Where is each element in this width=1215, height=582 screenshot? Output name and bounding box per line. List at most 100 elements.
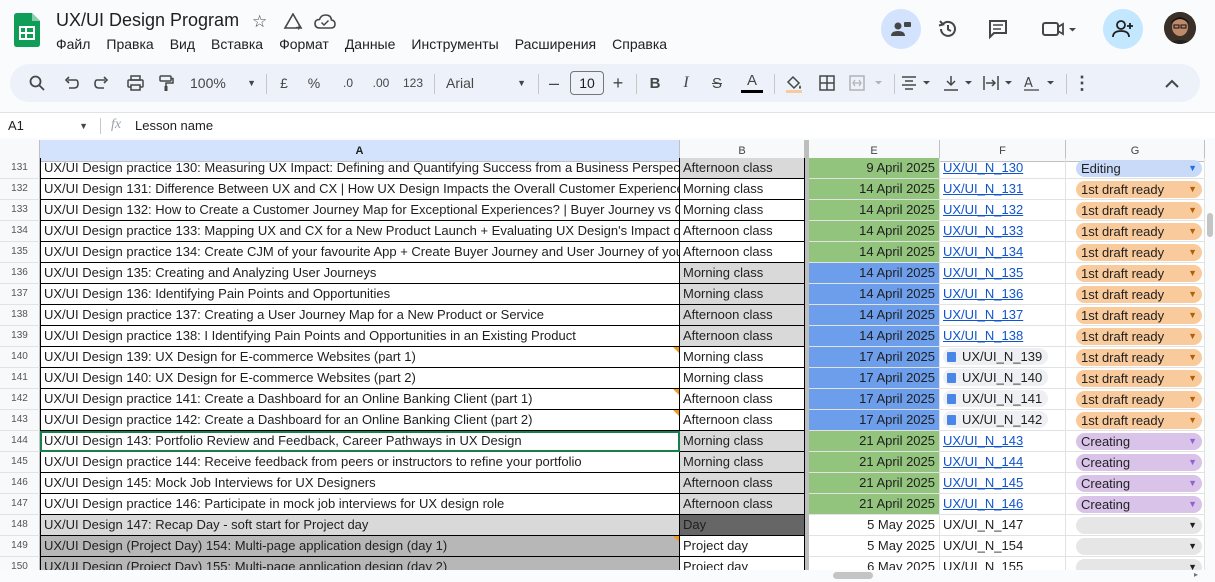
row-number[interactable]: 140 <box>0 347 40 368</box>
row-number[interactable]: 136 <box>0 263 40 284</box>
cell-status[interactable]: 1st draft ready ▼ <box>1066 242 1205 263</box>
cell-class-type[interactable]: Afternoon class <box>680 326 805 347</box>
fill-color-button[interactable] <box>782 64 806 102</box>
cell-file[interactable]: UX/UI_N_146 <box>940 494 1066 515</box>
menu-help[interactable]: Справка <box>612 36 675 52</box>
merge-cells-button[interactable] <box>848 64 888 102</box>
cell-lesson-name[interactable]: UX/UI Design 136: Identifying Pain Point… <box>40 284 680 305</box>
cell-class-type[interactable]: Project day <box>680 536 805 557</box>
cell-file[interactable]: UX/UI_N_142 <box>940 410 1066 431</box>
cloud-saved-icon[interactable] <box>314 14 336 30</box>
italic-button[interactable]: I <box>677 64 695 102</box>
menu-insert[interactable]: Вставка <box>211 36 271 52</box>
share-button[interactable] <box>1103 9 1143 49</box>
cell-date[interactable]: 14 April 2025 <box>809 242 940 263</box>
file-link[interactable]: UX/UI_N_143 <box>943 433 1023 448</box>
cell-class-type[interactable]: Afternoon class <box>680 389 805 410</box>
row-number[interactable]: 145 <box>0 452 40 473</box>
cell-lesson-name[interactable]: UX/UI Design practice 141: Create a Dash… <box>40 389 680 410</box>
cell-lesson-name[interactable]: UX/UI Design 131: Difference Between UX … <box>40 179 680 200</box>
name-box[interactable]: A1 ▼ <box>8 116 92 136</box>
menu-format[interactable]: Формат <box>279 36 337 52</box>
cell-date[interactable]: 14 April 2025 <box>809 221 940 242</box>
row-number[interactable]: 141 <box>0 368 40 389</box>
currency-format-button[interactable]: £ <box>274 64 294 102</box>
increase-decimal-button[interactable]: .00 <box>366 64 396 102</box>
cell-class-type[interactable]: Morning class <box>680 347 805 368</box>
file-chip[interactable]: UX/UI_N_141 <box>943 390 1049 407</box>
file-chip[interactable]: UX/UI_N_142 <box>943 411 1049 428</box>
cell-date[interactable]: 14 April 2025 <box>809 305 940 326</box>
cell-lesson-name[interactable]: UX/UI Design (Project Day) 155: Multi-pa… <box>40 557 680 570</box>
cell-date[interactable]: 14 April 2025 <box>809 326 940 347</box>
row-number[interactable]: 150 <box>0 557 40 570</box>
cell-class-type[interactable]: Morning class <box>680 263 805 284</box>
cell-class-type[interactable]: Afternoon class <box>680 242 805 263</box>
menu-edit[interactable]: Правка <box>106 36 161 52</box>
cell-file[interactable]: UX/UI_N_144 <box>940 452 1066 473</box>
cell-lesson-name[interactable]: UX/UI Design practice 142: Create a Dash… <box>40 410 680 431</box>
file-link[interactable]: UX/UI_N_134 <box>943 244 1023 259</box>
status-dropdown[interactable]: ▼ <box>1076 538 1202 555</box>
cell-lesson-name[interactable]: UX/UI Design (Project Day) 154: Multi-pa… <box>40 536 680 557</box>
cell-file[interactable]: UX/UI_N_137 <box>940 305 1066 326</box>
cell-class-type[interactable]: Afternoon class <box>680 473 805 494</box>
cell-file[interactable]: UX/UI_N_155 <box>940 557 1066 570</box>
status-dropdown[interactable]: Creating ▼ <box>1076 433 1202 450</box>
status-dropdown[interactable]: 1st draft ready ▼ <box>1076 202 1202 219</box>
vertical-scroll-thumb[interactable] <box>1207 213 1213 237</box>
decrease-font-size-button[interactable]: – <box>546 64 562 102</box>
cell-lesson-name[interactable]: UX/UI Design practice 134: Create CJM of… <box>40 242 680 263</box>
cell-file[interactable]: UX/UI_N_139 <box>940 347 1066 368</box>
horizontal-align-button[interactable] <box>900 64 934 102</box>
file-link[interactable]: UX/UI_N_132 <box>943 202 1023 217</box>
increase-font-size-button[interactable]: + <box>610 64 626 102</box>
text-color-button[interactable]: A <box>740 64 764 102</box>
cell-date[interactable]: 21 April 2025 <box>809 431 940 452</box>
redo-button[interactable] <box>91 64 113 102</box>
horizontal-scroll-thumb[interactable] <box>833 572 873 579</box>
file-link[interactable]: UX/UI_N_136 <box>943 286 1023 301</box>
comments-button[interactable] <box>978 9 1018 49</box>
file-link[interactable]: UX/UI_N_144 <box>943 454 1023 469</box>
cell-class-type[interactable]: Afternoon class <box>680 410 805 431</box>
vertical-align-button[interactable] <box>942 64 976 102</box>
file-link[interactable]: UX/UI_N_130 <box>943 160 1023 175</box>
row-number[interactable]: 133 <box>0 200 40 221</box>
cell-status[interactable]: 1st draft ready ▼ <box>1066 200 1205 221</box>
cell-lesson-name[interactable]: UX/UI Design practice 130: Measuring UX … <box>40 158 680 179</box>
status-dropdown[interactable]: 1st draft ready ▼ <box>1076 412 1202 429</box>
status-dropdown[interactable]: 1st draft ready ▼ <box>1076 265 1202 282</box>
row-number[interactable]: 135 <box>0 242 40 263</box>
cell-class-type[interactable]: Morning class <box>680 200 805 221</box>
undo-button[interactable] <box>60 64 82 102</box>
cell-file[interactable]: UX/UI_N_143 <box>940 431 1066 452</box>
file-name[interactable]: UX/UI_N_141 <box>962 390 1042 407</box>
file-name[interactable]: UX/UI_N_155 <box>943 559 1023 570</box>
font-size-input[interactable]: 10 <box>570 64 604 102</box>
cell-file[interactable]: UX/UI_N_131 <box>940 179 1066 200</box>
comment-indicator[interactable] <box>673 389 679 395</box>
cell-file[interactable]: UX/UI_N_145 <box>940 473 1066 494</box>
meet-button[interactable] <box>1032 9 1086 49</box>
cell-file[interactable]: UX/UI_N_140 <box>940 368 1066 389</box>
cell-status[interactable]: 1st draft ready ▼ <box>1066 263 1205 284</box>
status-dropdown[interactable]: ▼ <box>1076 559 1202 570</box>
row-number[interactable]: 137 <box>0 284 40 305</box>
strikethrough-button[interactable]: S <box>708 64 726 102</box>
file-link[interactable]: UX/UI_N_133 <box>943 223 1023 238</box>
status-dropdown[interactable]: Creating ▼ <box>1076 496 1202 513</box>
cell-lesson-name[interactable]: UX/UI Design practice 146: Participate i… <box>40 494 680 515</box>
status-dropdown[interactable]: 1st draft ready ▼ <box>1076 223 1202 240</box>
star-icon[interactable]: ☆ <box>252 12 267 32</box>
bold-button[interactable]: B <box>646 64 664 102</box>
menu-extensions[interactable]: Расширения <box>515 36 604 52</box>
cell-lesson-name[interactable]: UX/UI Design 132: How to Create a Custom… <box>40 200 680 221</box>
cell-lesson-name[interactable]: UX/UI Design 135: Creating and Analyzing… <box>40 263 680 284</box>
file-name[interactable]: UX/UI_N_154 <box>943 538 1023 553</box>
collapse-toolbar-button[interactable] <box>1160 64 1184 102</box>
version-history-button[interactable] <box>928 9 968 49</box>
meet-present-button[interactable] <box>881 9 921 49</box>
borders-button[interactable] <box>816 64 838 102</box>
decrease-decimal-button[interactable]: .0 <box>336 64 360 102</box>
